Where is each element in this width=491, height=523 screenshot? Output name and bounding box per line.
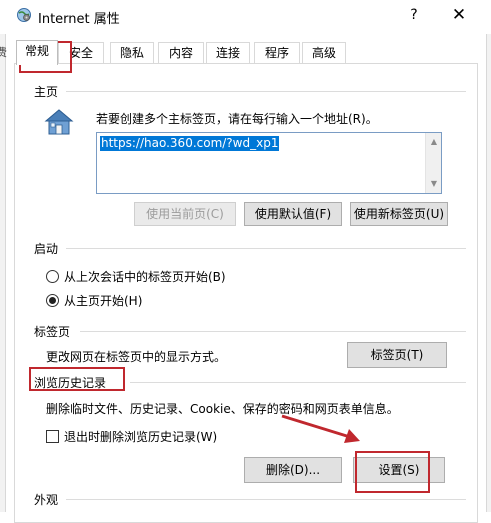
radio-button-last-session[interactable] [46, 270, 59, 283]
use-default-button[interactable]: 使用默认值(F) [244, 202, 342, 226]
startup-group-label: 启动 [34, 242, 59, 256]
tabs-settings-button[interactable]: 标签页(T) [347, 342, 447, 368]
scroll-up-icon[interactable]: ▲ [426, 135, 442, 149]
delete-history-on-exit-option[interactable]: 退出时删除浏览历史记录(W) [46, 429, 217, 445]
close-button[interactable]: ✕ [442, 2, 476, 28]
homepage-url-value[interactable]: https://hao.360.com/?wd_xp1 [100, 136, 280, 151]
radio-start-homepage-label: 从主页开始(H) [64, 294, 143, 308]
appearance-divider [66, 499, 466, 500]
tab-general[interactable]: 常规 [16, 40, 58, 65]
tabs-divider [80, 331, 466, 332]
background-text-fragment: 费 [0, 46, 7, 59]
tab-advanced[interactable]: 高级 [302, 42, 346, 64]
title-bar: Internet 属性 ? ✕ [0, 0, 491, 34]
radio-last-session[interactable]: 从上次会话中的标签页开始(B) [46, 269, 226, 285]
homepage-url-textarea[interactable]: https://hao.360.com/?wd_xp1 ▲ ▼ [96, 132, 442, 194]
history-settings-button[interactable]: 设置(S) [353, 457, 445, 483]
delete-history-on-exit-checkbox[interactable] [46, 430, 59, 443]
tab-programs[interactable]: 程序 [254, 42, 300, 64]
use-new-tab-button[interactable]: 使用新标签页(U) [350, 202, 448, 226]
homepage-instruction: 若要创建多个主标签页，请在每行输入一个地址(R)。 [96, 112, 378, 126]
internet-properties-window: 费 Internet 属性 ? ✕ 常规 安全 隐私 内容 连接 程序 高级 主… [0, 0, 491, 523]
tab-content[interactable]: 内容 [158, 42, 204, 64]
scroll-down-icon[interactable]: ▼ [426, 177, 442, 191]
house-icon [44, 108, 74, 136]
tabs-group-label: 标签页 [34, 325, 71, 339]
history-divider [130, 382, 466, 383]
history-description: 删除临时文件、历史记录、Cookie、保存的密码和网页表单信息。 [46, 402, 399, 416]
appearance-group-label: 外观 [34, 493, 59, 507]
delete-history-button[interactable]: 删除(D)... [244, 457, 342, 483]
startup-divider [66, 248, 466, 249]
radio-button-start-homepage[interactable] [46, 294, 59, 307]
radio-last-session-label: 从上次会话中的标签页开始(B) [64, 270, 226, 284]
homepage-divider [66, 91, 466, 92]
delete-history-on-exit-label: 退出时删除浏览历史记录(W) [64, 430, 218, 444]
radio-start-homepage[interactable]: 从主页开始(H) [46, 293, 142, 309]
window-title: Internet 属性 [38, 12, 120, 27]
background-window-strip-right [486, 0, 491, 512]
tabs-description: 更改网页在标签页中的显示方式。 [46, 350, 227, 364]
textarea-scrollbar[interactable]: ▲ ▼ [425, 133, 441, 193]
tab-security[interactable]: 安全 [58, 42, 104, 64]
background-window-strip-left: 费 [0, 0, 7, 512]
history-group-label: 浏览历史记录 [34, 376, 107, 390]
tab-privacy[interactable]: 隐私 [110, 42, 154, 64]
help-button[interactable]: ? [400, 2, 428, 28]
tab-connections[interactable]: 连接 [206, 42, 250, 64]
internet-options-icon [16, 7, 32, 23]
homepage-group-label: 主页 [34, 85, 59, 99]
use-current-page-button[interactable]: 使用当前页(C) [134, 202, 236, 226]
